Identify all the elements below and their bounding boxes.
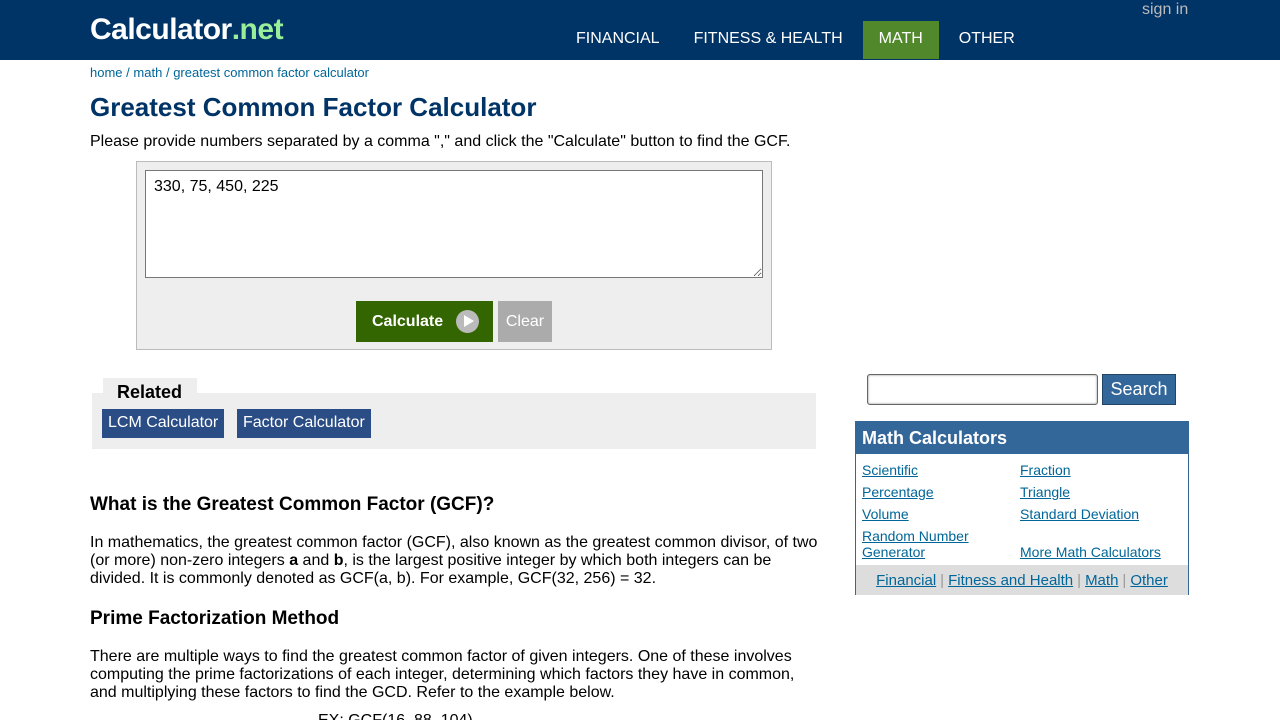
page-title: Greatest Common Factor Calculator (90, 92, 537, 122)
link-scientific[interactable]: Scientific (862, 462, 918, 478)
related-title: Related (103, 378, 197, 402)
breadcrumb: home / math / greatest common factor cal… (90, 65, 369, 80)
math-calculators-title: Math Calculators (856, 422, 1188, 454)
link-more-math-calculators[interactable]: More Math Calculators (1020, 544, 1161, 560)
breadcrumb-math[interactable]: math (133, 65, 162, 80)
breadcrumb-separator: / (165, 65, 170, 80)
sign-in-link[interactable]: sign in (1142, 1, 1188, 19)
nav-other[interactable]: OTHER (945, 21, 1029, 59)
nav-fitness-health[interactable]: FITNESS & HEALTH (680, 21, 857, 59)
numbers-input[interactable]: 330, 75, 450, 225 (145, 170, 763, 278)
link-standard-deviation[interactable]: Standard Deviation (1020, 506, 1139, 522)
footer-link-fitness-health[interactable]: Fitness and Health (948, 572, 1073, 589)
prime-factorization-heading: Prime Factorization Method (90, 608, 340, 629)
math-calculators-panel: Math Calculators Scientific Fraction Per… (855, 421, 1189, 595)
play-arrow-icon (456, 310, 479, 333)
breadcrumb-separator: / (126, 65, 130, 80)
related-factor-calculator[interactable]: Factor Calculator (237, 409, 371, 438)
link-fraction[interactable]: Fraction (1020, 462, 1071, 478)
calculate-label: Calculate (372, 312, 444, 330)
top-navigation-bar: Calculator .net sign in FINANCIAL FITNESS… (0, 0, 1280, 60)
logo-tld-text: .net (231, 13, 284, 46)
nav-financial[interactable]: FINANCIAL (562, 21, 674, 59)
variable-b: b (333, 552, 344, 569)
footer-link-financial[interactable]: Financial (876, 572, 936, 589)
footer-link-other[interactable]: Other (1130, 572, 1168, 589)
calculator-panel: 330, 75, 450, 225 Calculate Clear (136, 161, 772, 350)
example-line: EX: GCF(16, 88, 104) (318, 712, 473, 720)
breadcrumb-current[interactable]: greatest common factor calculator (173, 65, 369, 80)
link-random-number-generator[interactable]: Random Number Generator (862, 528, 982, 560)
calculate-button[interactable]: Calculate (356, 301, 493, 342)
footer-link-math[interactable]: Math (1085, 572, 1118, 589)
link-triangle[interactable]: Triangle (1020, 484, 1070, 500)
clear-button[interactable]: Clear (498, 301, 552, 342)
site-logo[interactable]: Calculator .net (90, 10, 284, 50)
logo-main-text: Calculator (90, 13, 232, 46)
related-lcm-calculator[interactable]: LCM Calculator (102, 409, 225, 438)
paragraph-text: and (298, 552, 334, 569)
nav-math[interactable]: MATH (862, 21, 939, 59)
breadcrumb-home[interactable]: home (90, 65, 123, 80)
link-volume[interactable]: Volume (862, 506, 909, 522)
variable-a: a (289, 552, 299, 569)
page-intro: Please provide numbers separated by a co… (90, 133, 791, 150)
what-is-gcf-paragraph: In mathematics, the greatest common fact… (90, 534, 830, 588)
math-panel-footer: Financial | Fitness and Health | Math | Oth… (856, 565, 1188, 595)
search-button[interactable]: Search (1102, 374, 1176, 405)
link-percentage[interactable]: Percentage (862, 484, 934, 500)
prime-factorization-paragraph: There are multiple ways to find the grea… (90, 648, 795, 701)
what-is-gcf-heading: What is the Greatest Common Factor (GCF)… (90, 494, 495, 515)
main-nav: FINANCIAL FITNESS & HEALTH MATH OTHER (562, 21, 1035, 59)
search-input[interactable] (867, 374, 1098, 405)
